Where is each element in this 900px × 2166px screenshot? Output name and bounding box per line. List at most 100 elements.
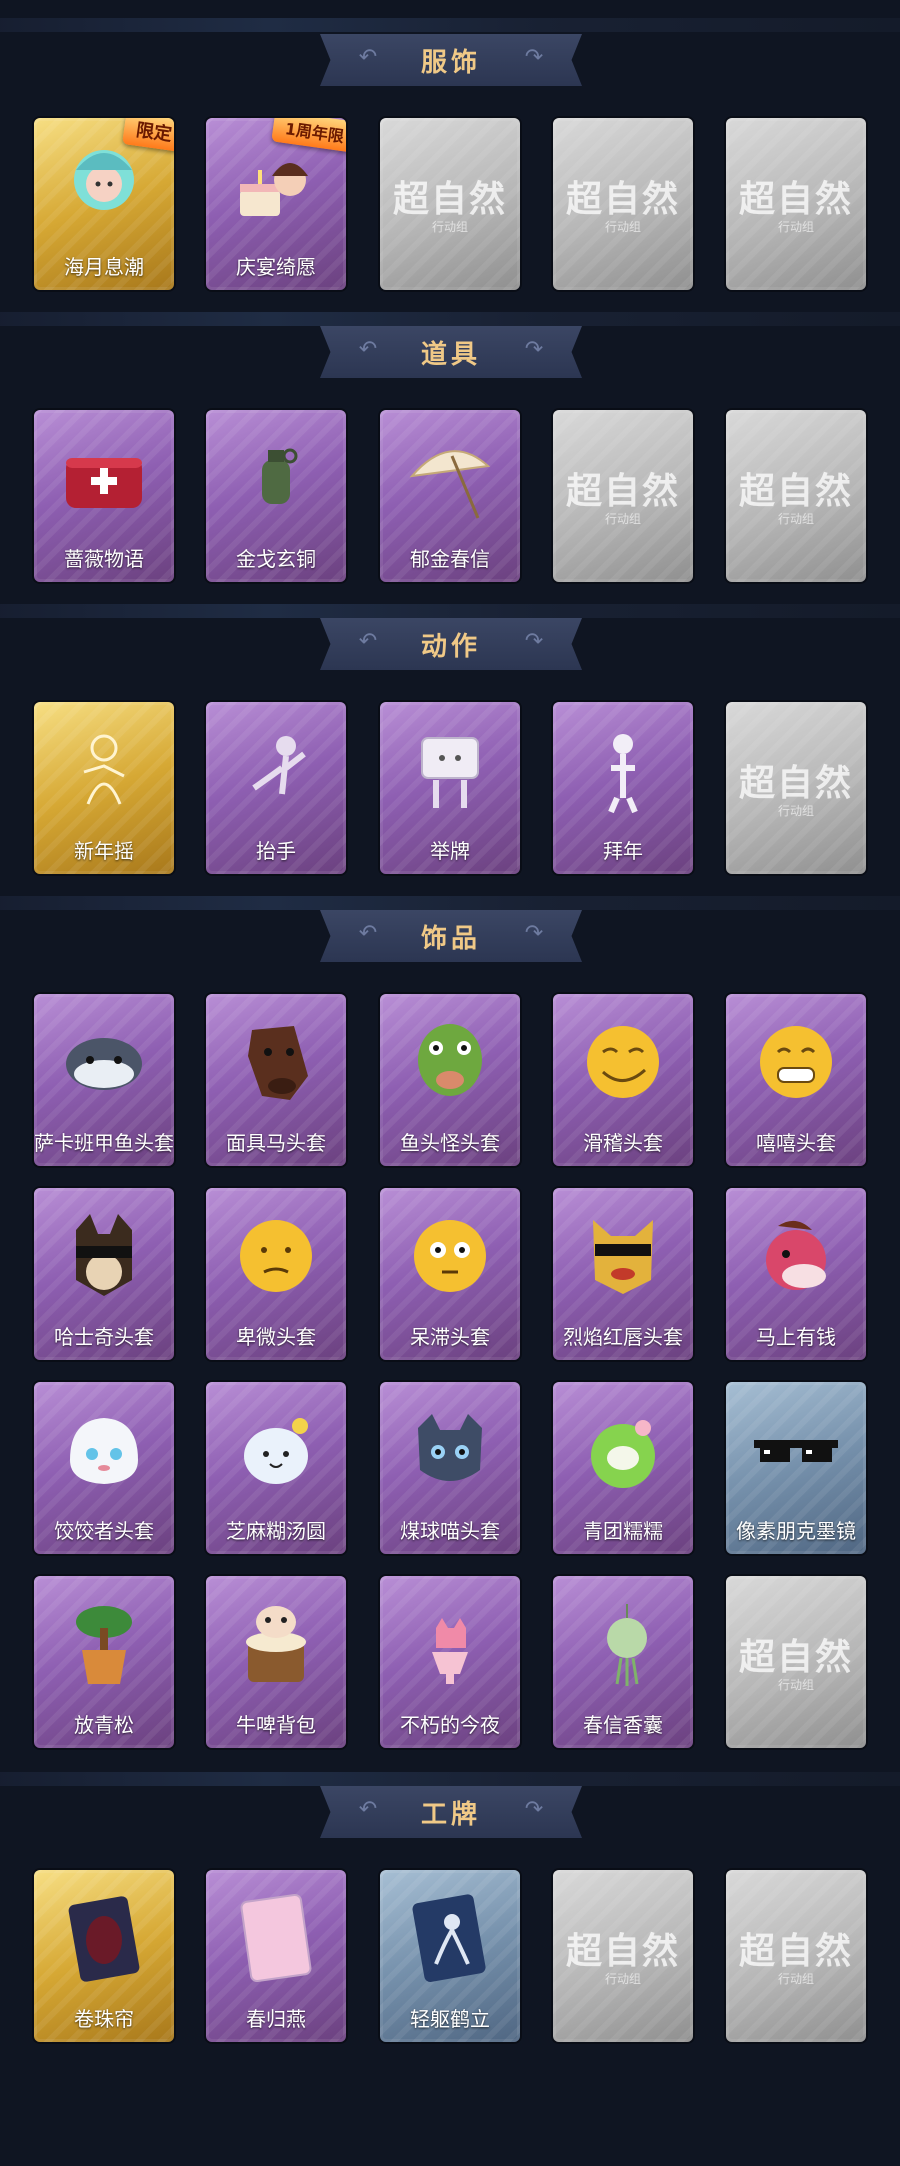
locked-card[interactable]: 超自然 行动组: [726, 118, 866, 290]
item-card[interactable]: 抬手: [206, 702, 346, 874]
item-label: 放青松: [74, 1713, 134, 1737]
item-card[interactable]: 春信香囊: [553, 1576, 693, 1748]
item-label: 萨卡班甲鱼头套: [34, 1131, 174, 1155]
pixel-sunglasses-icon: [754, 1404, 838, 1496]
item-card[interactable]: 牛啤背包: [206, 1576, 346, 1748]
husky-head-icon: [62, 1210, 146, 1302]
section-title: 饰品: [420, 923, 481, 954]
item-card[interactable]: 烈焰红唇头套: [553, 1188, 693, 1360]
locked-placeholder-icon: 超自然: [565, 178, 680, 220]
item-card[interactable]: 金戈玄铜: [206, 410, 346, 582]
item-label: 海月息潮: [64, 255, 144, 279]
item-card[interactable]: 呆滞头套: [380, 1188, 520, 1360]
item-label: 庆宴绮愿: [236, 255, 316, 279]
locked-card[interactable]: 超自然 行动组: [726, 702, 866, 874]
locked-placeholder-icon: 超自然: [738, 1636, 853, 1678]
grenade-icon: [234, 432, 318, 524]
cake-girl-portrait-icon: [234, 140, 318, 232]
item-card[interactable]: 面具马头套: [206, 994, 346, 1166]
item-label: 面具马头套: [226, 1131, 326, 1155]
item-card[interactable]: 煤球喵头套: [380, 1382, 520, 1554]
section-banner: ↶ 动作 ↷: [320, 618, 582, 670]
item-card[interactable]: 举牌: [380, 702, 520, 874]
locked-card[interactable]: 超自然 行动组: [726, 1576, 866, 1748]
item-label: 卷珠帘: [74, 2007, 134, 2031]
swirl-icon: ↷: [524, 337, 544, 362]
mermaid-portrait-icon: [62, 140, 146, 232]
humble-emoji-icon: [234, 1210, 318, 1302]
placeholder-sub: 行动组: [604, 512, 641, 526]
locked-card[interactable]: 超自然 行动组: [553, 410, 693, 582]
redlip-head-icon: [581, 1210, 665, 1302]
locked-card[interactable]: 超自然 行动组: [726, 410, 866, 582]
item-card[interactable]: 卷珠帘: [34, 1870, 174, 2042]
grin-emoji-icon: [754, 1016, 838, 1108]
cat-head-icon: [408, 1404, 492, 1496]
item-label: 滑稽头套: [583, 1131, 663, 1155]
pink-horse-icon: [754, 1210, 838, 1302]
item-card[interactable]: 春归燕: [206, 1870, 346, 2042]
item-card[interactable]: 卑微头套: [206, 1188, 346, 1360]
placeholder-sub: 行动组: [777, 1678, 814, 1692]
swirl-icon: ↶: [358, 921, 378, 946]
item-card[interactable]: 蔷薇物语: [34, 410, 174, 582]
item-card[interactable]: 郁金春信: [380, 410, 520, 582]
item-card[interactable]: 萨卡班甲鱼头套: [34, 994, 174, 1166]
item-label: 马上有钱: [756, 1325, 836, 1349]
item-card[interactable]: 拜年: [553, 702, 693, 874]
placeholder-sub: 行动组: [777, 220, 814, 234]
item-card[interactable]: 芝麻糊汤圆: [206, 1382, 346, 1554]
item-card[interactable]: 新年摇: [34, 702, 174, 874]
locked-card[interactable]: 超自然 行动组: [726, 1870, 866, 2042]
item-label: 嘻嘻头套: [756, 1131, 836, 1155]
item-card[interactable]: 1周年限 庆宴绮愿: [206, 118, 346, 290]
bow-figure-icon: [581, 724, 665, 816]
section-title: 服饰: [420, 47, 481, 78]
swirl-icon: ↶: [358, 45, 378, 70]
placeholder-sub: 行动组: [604, 1972, 641, 1986]
item-card[interactable]: 嘻嘻头套: [726, 994, 866, 1166]
item-card[interactable]: 限定 海月息潮: [34, 118, 174, 290]
item-label: 不朽的今夜: [400, 1713, 500, 1737]
item-card[interactable]: 饺饺者头套: [34, 1382, 174, 1554]
swirl-icon: ↶: [358, 1797, 378, 1822]
placeholder-sub: 行动组: [777, 512, 814, 526]
cow-beer-backpack-icon: [234, 1598, 318, 1690]
item-card[interactable]: 轻躯鹤立: [380, 1870, 520, 2042]
swirl-icon: ↶: [358, 629, 378, 654]
item-label: 芝麻糊汤圆: [226, 1519, 326, 1543]
frog-fish-head-icon: [408, 1016, 492, 1108]
item-label: 卑微头套: [236, 1325, 316, 1349]
item-card[interactable]: 放青松: [34, 1576, 174, 1748]
smirk-emoji-icon: [581, 1016, 665, 1108]
locked-placeholder-icon: 超自然: [565, 470, 680, 512]
horse-head-icon: [234, 1016, 318, 1108]
green-rice-ball-icon: [581, 1404, 665, 1496]
locked-placeholder-icon: 超自然: [565, 1930, 680, 1972]
item-label: 饺饺者头套: [54, 1519, 154, 1543]
item-card[interactable]: 滑稽头套: [553, 994, 693, 1166]
item-card[interactable]: 不朽的今夜: [380, 1576, 520, 1748]
sachet-icon: [581, 1598, 665, 1690]
pink-cat-cup-icon: [408, 1598, 492, 1690]
item-card[interactable]: 鱼头怪头套: [380, 994, 520, 1166]
dazed-emoji-icon: [408, 1210, 492, 1302]
item-card[interactable]: 像素朋克墨镜: [726, 1382, 866, 1554]
swirl-icon: ↷: [524, 45, 544, 70]
raise-hand-figure-icon: [234, 724, 318, 816]
locked-card[interactable]: 超自然 行动组: [380, 118, 520, 290]
item-card[interactable]: 马上有钱: [726, 1188, 866, 1360]
item-label: 像素朋克墨镜: [736, 1519, 856, 1543]
item-label: 鱼头怪头套: [400, 1131, 500, 1155]
locked-card[interactable]: 超自然 行动组: [553, 118, 693, 290]
section-banner: ↶ 道具 ↷: [320, 326, 582, 378]
umbrella-icon: [408, 432, 492, 524]
section-title: 动作: [420, 631, 481, 662]
item-label: 郁金春信: [410, 547, 490, 571]
bonsai-icon: [62, 1598, 146, 1690]
locked-card[interactable]: 超自然 行动组: [553, 1870, 693, 2042]
placeholder-sub: 行动组: [777, 1972, 814, 1986]
item-card[interactable]: 哈士奇头套: [34, 1188, 174, 1360]
swirl-icon: ↷: [524, 629, 544, 654]
item-card[interactable]: 青团糯糯: [553, 1382, 693, 1554]
